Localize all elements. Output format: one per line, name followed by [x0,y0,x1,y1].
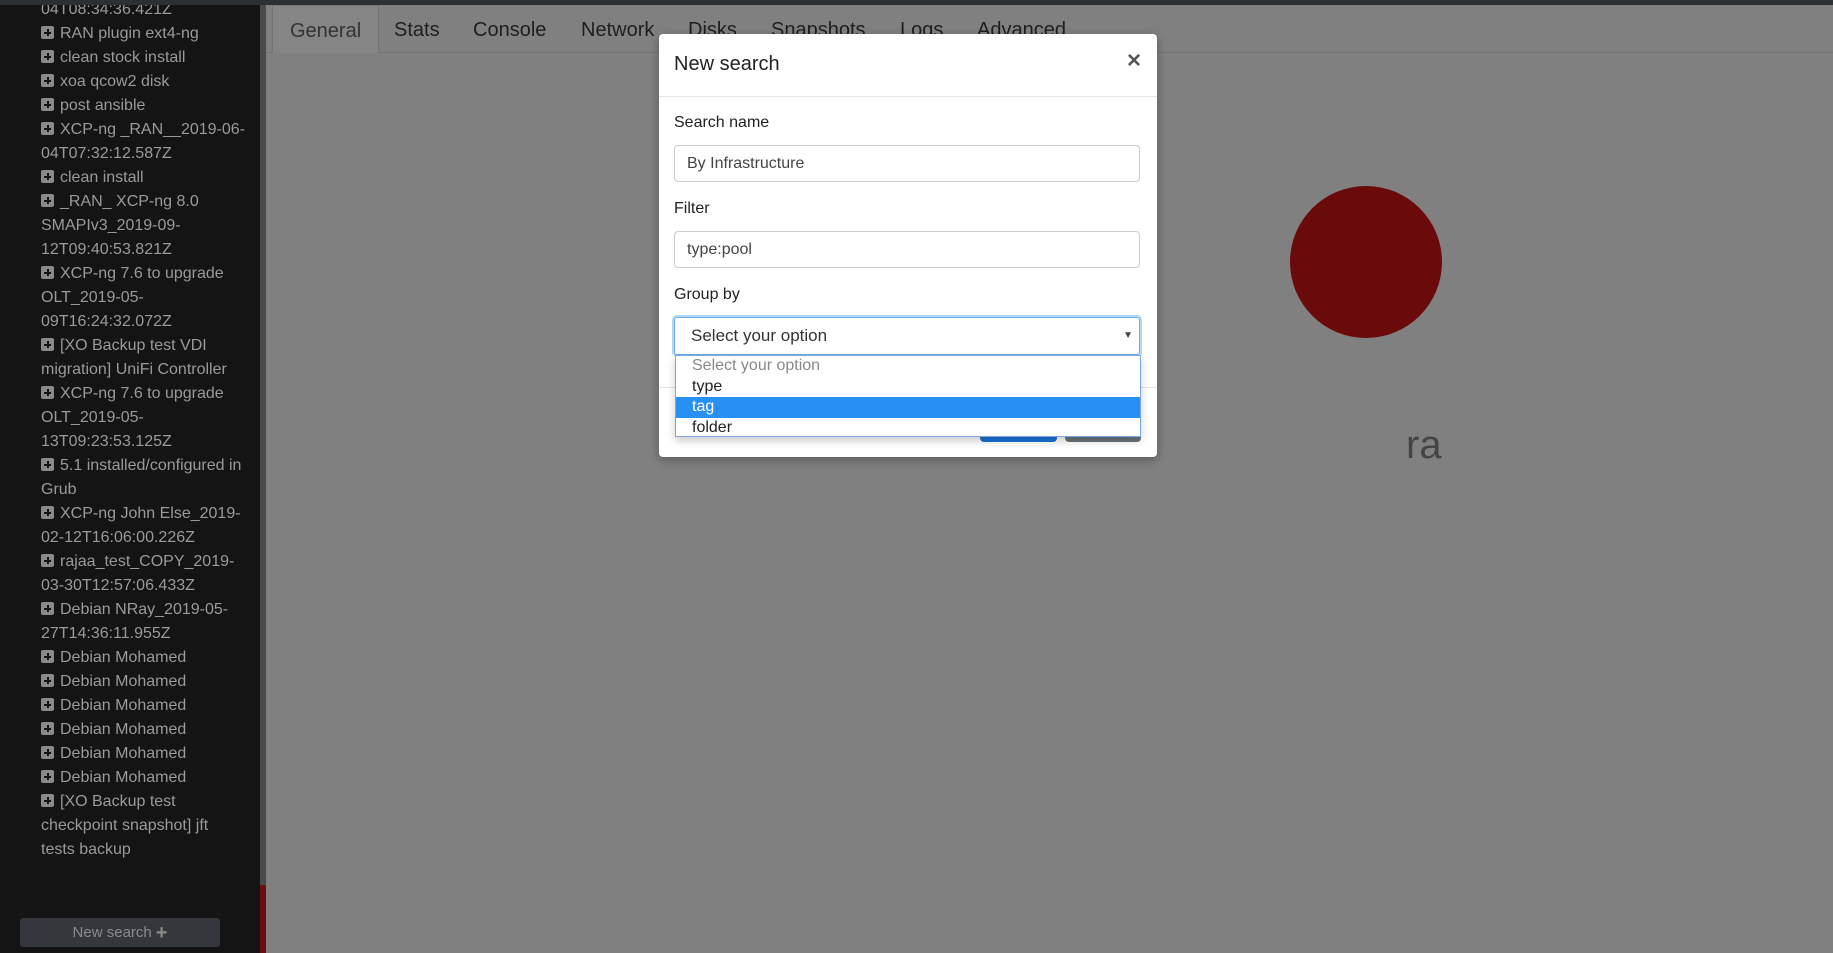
saved-search-item[interactable]: Debian Mohamed [41,670,246,694]
saved-search-label: XCP-ng 7.6 to upgrade OLT_2019-05-13T09:… [41,385,224,450]
tab-network[interactable]: Network [564,5,671,52]
saved-search-label: _RAN_ XCP-ng 8.0 SMAPIv3_2019-09-12T09:4… [41,193,199,258]
saved-search-label: Debian Mohamed [60,745,187,762]
saved-search-item[interactable]: Debian Mohamed [41,694,246,718]
saved-search-label: 5.1 installed/configured in Grub [41,457,242,498]
group-by-label: Group by [674,286,740,303]
saved-search-label: Debian Mohamed [60,721,187,738]
plus-square-icon[interactable] [41,26,54,39]
saved-search-item[interactable]: Debian Mohamed [41,718,246,742]
saved-search-item[interactable]: XCP-ng _RAN__2019-06-04T07:32:12.587Z [41,118,246,166]
plus-square-icon[interactable] [41,674,54,687]
modal-header: New search × [659,34,1157,97]
plus-square-icon[interactable] [41,794,54,807]
sidebar: 04T08:34:36.421Z RAN plugin ext4-ng clean … [0,5,260,953]
saved-search-label: XCP-ng _RAN__2019-06-04T07:32:12.587Z [41,121,245,162]
saved-search-item[interactable]: rajaa_test_COPY_2019-03-30T12:57:06.433Z [41,550,246,598]
tab-general[interactable]: General [272,5,380,53]
option-tag[interactable]: tag [676,397,1140,418]
plus-square-icon[interactable] [41,698,54,711]
filter-input[interactable] [674,231,1140,268]
option-folder[interactable]: folder [676,418,1140,439]
saved-search-item[interactable]: Debian Mohamed [41,742,246,766]
saved-search-label: 04T08:34:36.421Z [41,5,172,18]
saved-search-label: clean install [60,169,144,186]
new-search-label: New search [72,924,152,941]
saved-search-item[interactable]: 5.1 installed/configured in Grub [41,454,246,502]
plus-square-icon[interactable] [41,386,54,399]
plus-square-icon[interactable] [41,50,54,63]
group-by-dropdown: Select your option type tag folder [675,355,1141,437]
saved-search-label: post ansible [60,97,146,114]
saved-search-label: Debian Mohamed [60,673,187,690]
plus-square-icon[interactable] [41,122,54,135]
group-by-select[interactable]: Select your option ▼ [674,317,1140,355]
close-icon[interactable]: × [1127,47,1141,75]
saved-search-item[interactable]: post ansible [41,94,246,118]
plus-square-icon[interactable] [41,746,54,759]
saved-search-item[interactable]: [XO Backup test checkpoint snapshot] jft… [41,790,246,862]
saved-search-item[interactable]: [XO Backup test VDI migration] UniFi Con… [41,334,246,382]
saved-search-item[interactable]: clean install [41,166,246,190]
saved-search-item[interactable]: 04T08:34:36.421Z [41,5,246,22]
saved-searches-list: 04T08:34:36.421Z RAN plugin ext4-ng clean … [41,5,246,862]
modal-title: New search [674,53,780,75]
chevron-down-icon: ▼ [1123,330,1133,341]
saved-search-label: RAN plugin ext4-ng [60,25,199,42]
saved-search-item[interactable]: xoa qcow2 disk [41,70,246,94]
saved-search-item[interactable]: XCP-ng 7.6 to upgrade OLT_2019-05-09T16:… [41,262,246,334]
plus-square-icon[interactable] [41,554,54,567]
option-placeholder[interactable]: Select your option [676,356,1140,377]
saved-search-item[interactable]: Debian Mohamed [41,646,246,670]
tab-console[interactable]: Console [456,5,563,52]
plus-square-icon[interactable] [41,170,54,183]
saved-search-label: xoa qcow2 disk [60,73,170,90]
saved-search-item[interactable]: RAN plugin ext4-ng [41,22,246,46]
plus-square-icon[interactable] [41,98,54,111]
saved-search-label: [XO Backup test VDI migration] UniFi Con… [41,337,227,378]
new-search-button[interactable]: New search + [20,918,220,947]
plus-square-icon[interactable] [41,770,54,783]
plus-square-icon[interactable] [41,74,54,87]
option-type[interactable]: type [676,377,1140,398]
saved-search-item[interactable]: _RAN_ XCP-ng 8.0 SMAPIv3_2019-09-12T09:4… [41,190,246,262]
saved-search-item[interactable]: Debian Mohamed [41,766,246,790]
filter-label: Filter [674,200,710,217]
plus-square-icon[interactable] [41,266,54,279]
search-name-input[interactable] [674,145,1140,182]
plus-square-icon[interactable] [41,458,54,471]
saved-search-item[interactable]: XCP-ng 7.6 to upgrade OLT_2019-05-13T09:… [41,382,246,454]
saved-search-item[interactable]: XCP-ng John Else_2019-02-12T16:06:00.226… [41,502,246,550]
saved-search-item[interactable]: clean stock install [41,46,246,70]
saved-search-label: Debian NRay_2019-05-27T14:36:11.955Z [41,601,229,642]
saved-search-label: [XO Backup test checkpoint snapshot] jft… [41,793,209,858]
saved-search-label: Debian Mohamed [60,697,187,714]
plus-square-icon[interactable] [41,602,54,615]
plus-square-icon[interactable] [41,650,54,663]
background-text: ra [1406,423,1442,467]
saved-search-label: Debian Mohamed [60,649,187,666]
group-by-selected: Select your option [691,326,828,345]
plus-icon: + [155,922,168,944]
saved-search-label: rajaa_test_COPY_2019-03-30T12:57:06.433Z [41,553,235,594]
plus-square-icon[interactable] [41,338,54,351]
saved-search-label: XCP-ng John Else_2019-02-12T16:06:00.226… [41,505,241,546]
saved-search-label: clean stock install [60,49,186,66]
plus-square-icon[interactable] [41,506,54,519]
plus-square-icon[interactable] [41,722,54,735]
status-circle [1290,186,1442,338]
saved-search-label: Debian Mohamed [60,769,187,786]
search-name-label: Search name [674,114,770,131]
tab-stats[interactable]: Stats [377,5,457,52]
plus-square-icon[interactable] [41,194,54,207]
saved-search-label: XCP-ng 7.6 to upgrade OLT_2019-05-09T16:… [41,265,224,330]
saved-search-item[interactable]: Debian NRay_2019-05-27T14:36:11.955Z [41,598,246,646]
